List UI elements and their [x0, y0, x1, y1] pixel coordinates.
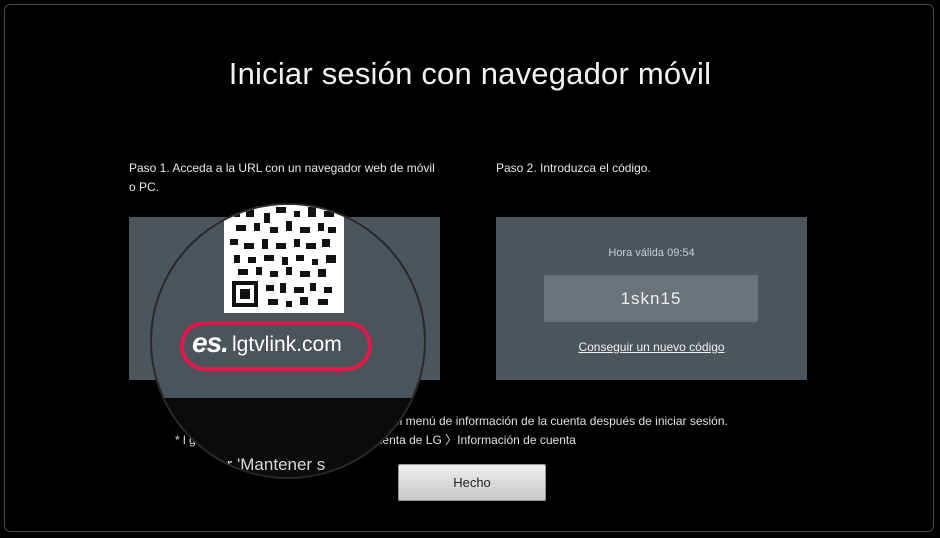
url-prefix: es. [192, 327, 229, 358]
url-domain: lgtvlink.com [232, 333, 342, 356]
qr-code-graphic [224, 205, 344, 313]
code-panel: Hora válida 09:54 1skn15 Conseguir un nu… [496, 217, 807, 380]
valid-time: Hora válida 09:54 [608, 247, 695, 259]
magnifier-overlay: es. lgtvlink.com * ... activar 'Mantener… [150, 203, 426, 479]
magnified-note-text: * ... activar 'Mantener s [152, 455, 326, 474]
new-code-link[interactable]: Conseguir un nuevo código [496, 340, 807, 354]
qr-code [224, 205, 344, 313]
step1-label: Paso 1. Acceda a la URL con un navegador… [129, 161, 435, 194]
page-title: Iniciar sesión con navegador móvil [228, 56, 712, 91]
code-display: 1skn15 [544, 275, 758, 322]
step2-label: Paso 2. Introduzca el código. [496, 161, 651, 175]
